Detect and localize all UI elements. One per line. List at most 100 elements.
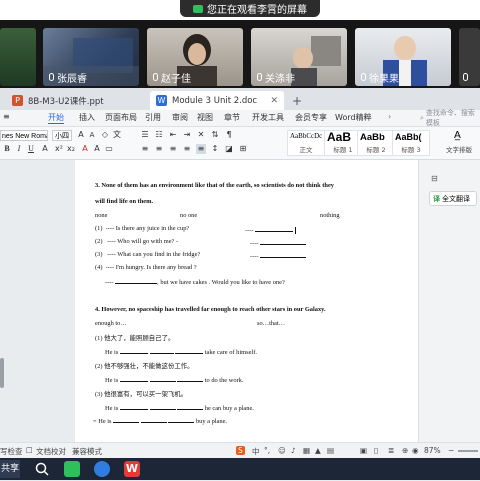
bullet-list-icon[interactable]: ☰ — [140, 130, 150, 140]
ime-mode-icon[interactable]: 中 — [252, 446, 260, 457]
chinese-layout-icon[interactable]: ✕ — [196, 130, 206, 140]
font-color-icon[interactable]: A — [80, 144, 90, 154]
close-icon[interactable]: ✕ — [270, 96, 278, 106]
font-size-select[interactable]: 小四 — [52, 130, 72, 141]
grow-font-icon[interactable]: A — [76, 130, 86, 140]
zoom-level[interactable]: 87% — [424, 446, 441, 455]
wps-icon[interactable]: W — [124, 461, 140, 477]
shrink-font-icon[interactable]: A — [87, 130, 97, 140]
shading-icon[interactable]: ◪ — [224, 144, 234, 154]
view-web-icon[interactable]: ⊕ — [402, 446, 408, 455]
spellcheck-status[interactable]: 写检查 — [0, 446, 23, 457]
q4-item-sentence[interactable]: He is take care of himself. — [105, 347, 257, 356]
search-icon[interactable] — [34, 461, 50, 477]
ppt-file-icon: P — [12, 95, 23, 106]
participant-name: 关涤非 — [265, 73, 295, 85]
ime-emoji-icon[interactable]: ☺ — [278, 446, 286, 455]
ime-logo-icon[interactable]: S — [236, 446, 245, 455]
ime-punct-icon[interactable]: °, — [264, 446, 270, 455]
ime-menu-icon[interactable]: ▤ — [327, 446, 334, 455]
video-tile[interactable]: 赵子佳 — [147, 28, 243, 86]
video-tile-partial[interactable] — [459, 28, 480, 86]
view-read-icon[interactable]: ▯ — [374, 446, 378, 455]
sort-icon[interactable]: ⇅ — [210, 130, 220, 140]
subscript-icon[interactable]: x₂ — [66, 144, 76, 154]
collapse-icon[interactable]: ⊟ — [431, 174, 438, 183]
menu-review[interactable]: 审阅 — [172, 112, 188, 123]
pinyin-icon[interactable]: 文 — [112, 130, 122, 140]
menu-chapter[interactable]: 章节 — [224, 112, 240, 123]
view-page-icon[interactable]: ▣ — [360, 446, 367, 455]
distribute-icon[interactable]: ≡ — [196, 144, 206, 154]
outdent-icon[interactable]: ⇤ — [168, 130, 178, 140]
ime-skin-icon[interactable]: ▲ — [315, 446, 321, 455]
border-icon[interactable]: ▭ — [104, 144, 114, 154]
menu-view[interactable]: 视图 — [197, 112, 213, 123]
menu-layout[interactable]: 页面布局 — [105, 112, 137, 123]
q3-answer-blank[interactable]: ---- — [245, 225, 297, 234]
highlight-icon[interactable]: A — [40, 144, 50, 154]
q3-item: (1) ---- Is there any juice in the cup? — [95, 225, 190, 232]
text-layout-button[interactable]: A̲ 文字排版 — [440, 130, 478, 156]
zoom-slider[interactable] — [458, 450, 478, 452]
borders-icon[interactable]: ⊞ — [238, 144, 248, 154]
numbered-list-icon[interactable]: ☷ — [154, 130, 164, 140]
q4-item-sentence[interactable]: He is he can buy a plane. — [105, 403, 254, 412]
ime-voice-icon[interactable]: ♪ — [291, 446, 296, 455]
video-tile-partial[interactable] — [0, 28, 36, 86]
align-center-icon[interactable]: ≡ — [154, 144, 164, 154]
style-sample: AaBb — [360, 132, 385, 143]
wechat-icon[interactable] — [64, 461, 80, 477]
document-page[interactable]: 3. None of them has an environment like … — [75, 160, 418, 442]
character-shading-icon[interactable]: A — [92, 144, 102, 154]
hamburger-icon[interactable]: ≡ — [3, 112, 10, 121]
start-button[interactable]: 共享 — [0, 460, 20, 478]
font-name-select[interactable]: nes New Roma — [0, 130, 48, 141]
video-tile[interactable]: 关涤非 — [251, 28, 347, 86]
q3-answer-blank[interactable]: ---- — [250, 238, 307, 247]
show-marks-icon[interactable]: ¶ — [224, 130, 234, 140]
command-search[interactable]: ⌕ 查找命令、搜索模板 — [420, 109, 480, 127]
menu-home[interactable]: 开始 — [48, 112, 64, 124]
underline-icon[interactable]: U — [26, 144, 36, 154]
full-translate-button[interactable]: 译 全文翻译 — [429, 191, 477, 206]
ime-keyboard-icon[interactable]: ▦ — [303, 446, 310, 455]
superscript-icon[interactable]: x² — [54, 144, 64, 154]
align-right-icon[interactable]: ≡ — [168, 144, 178, 154]
style-normal[interactable]: AaBbCcDc 正文 — [287, 130, 325, 156]
expand-icon[interactable]: › — [388, 112, 391, 121]
vertical-scrollbar[interactable] — [0, 358, 4, 388]
style-heading-3[interactable]: AaBb( 标题 3 — [392, 130, 430, 156]
menu-word-tools[interactable]: Word精粹 — [335, 112, 372, 123]
style-sample: AaB — [327, 130, 352, 144]
new-tab-button[interactable]: + — [286, 91, 302, 110]
q4-item-sentence[interactable]: = He is buy a plane. — [93, 416, 227, 425]
menu-member[interactable]: 会员专享 — [295, 112, 327, 123]
q3-answer-blank[interactable]: ---- — [250, 251, 307, 260]
browser-icon[interactable] — [94, 461, 110, 477]
menu-developer[interactable]: 开发工具 — [252, 112, 284, 123]
justify-icon[interactable]: ≡ — [182, 144, 192, 154]
italic-icon[interactable]: I — [14, 144, 24, 154]
style-heading-2[interactable]: AaBb 标题 2 — [357, 130, 395, 156]
video-tile[interactable]: 徐果果 — [355, 28, 451, 86]
q4-item-sentence[interactable]: He is to do the work. — [105, 375, 243, 384]
eye-care-icon[interactable]: ◉ — [412, 446, 419, 455]
screen-share-banner: 您正在观看李霄的屏幕 — [180, 0, 320, 17]
video-tile[interactable]: 张辰睿 — [43, 28, 139, 86]
view-outline-icon[interactable]: ≣ — [388, 446, 394, 455]
align-left-icon[interactable]: ≡ — [140, 144, 150, 154]
indent-icon[interactable]: ⇥ — [182, 130, 192, 140]
proofread-button[interactable]: 文档校对 — [36, 446, 66, 457]
bold-icon[interactable]: B — [2, 144, 12, 154]
tab-ppt[interactable]: P 8B-M3-U2课件.ppt — [6, 91, 146, 110]
menu-insert[interactable]: 插入 — [79, 112, 95, 123]
line-spacing-icon[interactable]: ↕ — [210, 144, 220, 154]
zoom-out-button[interactable]: − — [448, 446, 454, 455]
menu-references[interactable]: 引用 — [145, 112, 161, 123]
q4-option: enough to… — [95, 320, 127, 327]
q3-option: no one — [180, 212, 198, 219]
style-label: 标题 3 — [401, 146, 421, 154]
clear-format-icon[interactable]: ◇ — [100, 130, 110, 140]
tab-doc[interactable]: W Module 3 Unit 2.doc ✕ — [150, 91, 284, 110]
